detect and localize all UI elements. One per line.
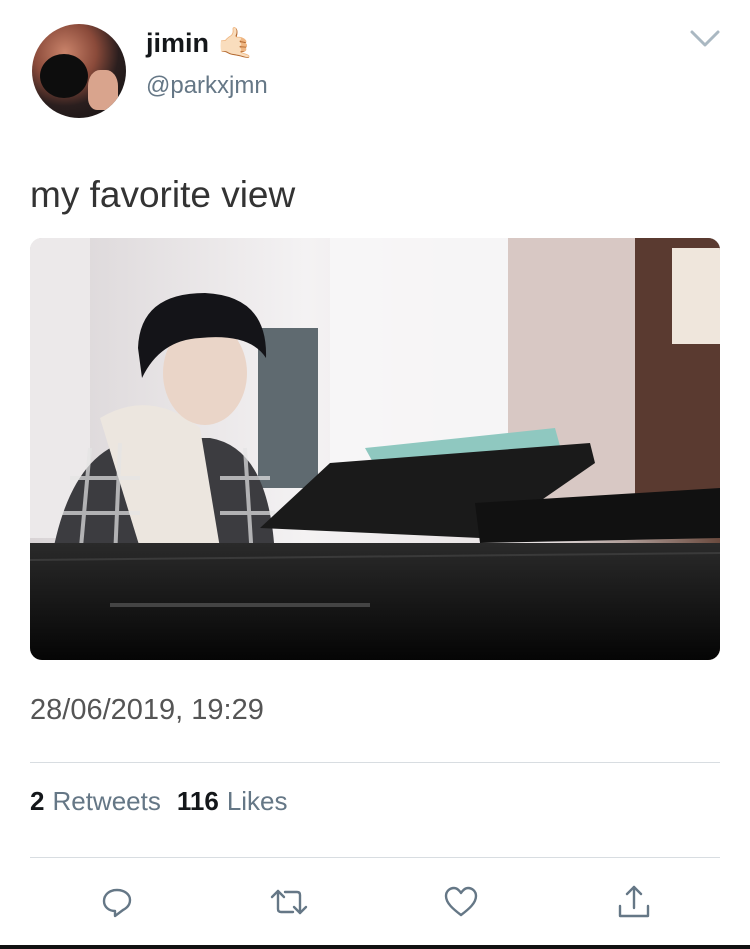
tweet-text: my favorite view [30, 174, 296, 215]
tweet-timestamp: 28/06/2019, 19:29 [30, 694, 264, 726]
likes-label: Likes [226, 786, 288, 816]
retweets-stat[interactable]: 2 Retweets [30, 786, 161, 817]
tweet-action-bar [0, 880, 750, 924]
screen-bottom-edge [0, 945, 750, 949]
chevron-down-icon[interactable] [688, 24, 722, 54]
call-me-hand-emoji-icon: 🤙🏻 [217, 26, 255, 60]
divider [30, 762, 720, 763]
retweet-icon[interactable] [269, 880, 309, 924]
likes-count: 116 [176, 786, 219, 816]
retweets-label: Retweets [52, 786, 161, 816]
avatar-shade [40, 54, 88, 98]
author-handle[interactable]: @parkxjmn [146, 72, 268, 100]
retweets-count: 2 [30, 786, 45, 816]
heart-icon[interactable] [441, 880, 481, 924]
avatar-hand [88, 70, 118, 110]
likes-stat[interactable]: 116 Likes [177, 786, 288, 817]
display-name-text: jimin [146, 28, 210, 58]
avatar[interactable] [32, 24, 126, 118]
share-icon[interactable] [614, 880, 654, 924]
author-display-name[interactable]: jimin 🤙🏻 [146, 28, 254, 59]
tweet-photo[interactable] [30, 238, 720, 660]
tweet-stats: 2 Retweets 116 Likes [30, 786, 288, 817]
reply-icon[interactable] [97, 880, 137, 924]
divider [30, 857, 720, 858]
photo-illustration [30, 238, 720, 660]
